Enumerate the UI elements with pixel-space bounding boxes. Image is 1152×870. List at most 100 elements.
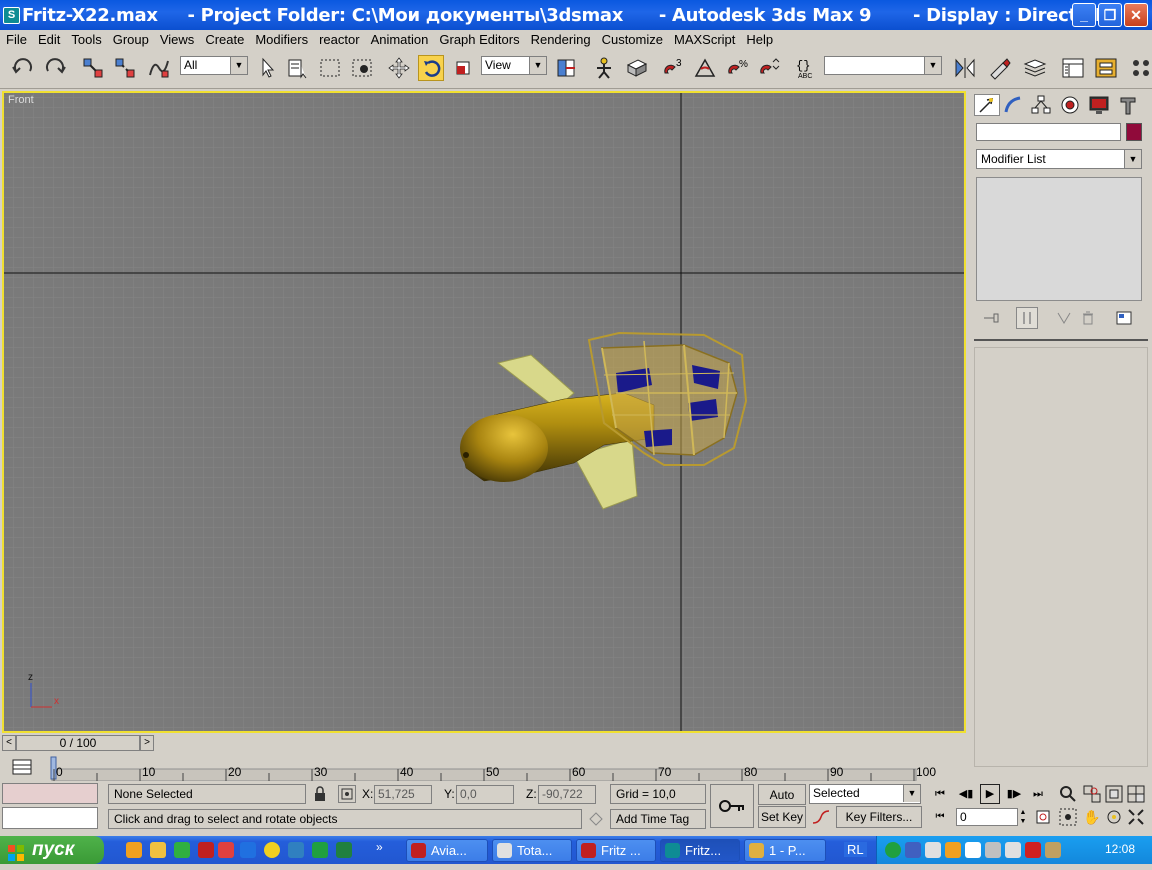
previous-frame-icon[interactable]: ◀▮ bbox=[956, 784, 976, 804]
make-unique-icon[interactable] bbox=[1054, 309, 1074, 327]
tray-tool-icon[interactable] bbox=[1045, 842, 1061, 858]
tray-printer-icon[interactable] bbox=[1005, 842, 1021, 858]
undo-icon[interactable] bbox=[10, 55, 36, 81]
zoom-extents-icon[interactable] bbox=[1104, 784, 1124, 804]
configure-modifier-sets-icon[interactable] bbox=[1114, 309, 1134, 327]
time-slider-thumb[interactable]: 0 / 100 bbox=[16, 735, 140, 751]
quicklaunch-excel2-icon[interactable] bbox=[336, 842, 352, 858]
motion-tab-icon[interactable] bbox=[1059, 94, 1085, 116]
select-and-scale-icon[interactable] bbox=[450, 55, 476, 81]
task-fritz-opera[interactable]: Fritz ... bbox=[576, 839, 656, 862]
use-pivot-center-icon[interactable] bbox=[553, 55, 579, 81]
show-end-result-icon[interactable] bbox=[1016, 307, 1038, 329]
quicklaunch-app3-icon[interactable] bbox=[288, 842, 304, 858]
x-coordinate-field[interactable]: 51,725 bbox=[374, 785, 432, 804]
open-mini-curve-editor-icon[interactable] bbox=[10, 757, 34, 777]
menu-modifiers[interactable]: Modifiers bbox=[249, 30, 313, 47]
unlink-selection-icon[interactable] bbox=[112, 55, 138, 81]
object-name-field[interactable] bbox=[976, 123, 1121, 141]
next-frame-icon[interactable]: ▮▶ bbox=[1004, 784, 1024, 804]
time-configuration-icon[interactable] bbox=[1034, 808, 1052, 826]
snaps-toggle-icon[interactable]: 3 bbox=[660, 55, 686, 81]
quicklaunch-player-icon[interactable] bbox=[264, 842, 280, 858]
create-tab-icon[interactable] bbox=[974, 94, 1000, 116]
spinner-snap-toggle-icon[interactable] bbox=[756, 55, 782, 81]
key-filters-button[interactable]: Key Filters... bbox=[836, 806, 922, 828]
zoom-all-icon[interactable] bbox=[1082, 784, 1102, 804]
menu-file[interactable]: File bbox=[0, 30, 32, 47]
add-time-tag-button[interactable]: Add Time Tag bbox=[610, 809, 706, 829]
restore-button[interactable]: ❐ bbox=[1098, 3, 1122, 27]
modify-tab-icon[interactable] bbox=[1002, 94, 1028, 116]
key-mode-dropdown[interactable]: Selected ▼ bbox=[809, 784, 921, 804]
hierarchy-tab-icon[interactable] bbox=[1030, 94, 1056, 116]
set-key-button[interactable]: Set Key bbox=[758, 806, 806, 828]
remove-modifier-icon[interactable] bbox=[1078, 309, 1098, 327]
rectangular-selection-icon[interactable] bbox=[317, 55, 343, 81]
zoom-icon[interactable] bbox=[1058, 784, 1078, 804]
edit-named-selection-icon[interactable]: {} ABC bbox=[794, 55, 820, 81]
app-icon[interactable]: S bbox=[3, 7, 20, 24]
current-frame-field[interactable]: 0 bbox=[956, 808, 1018, 826]
keyboard-shortcut-override-icon[interactable] bbox=[624, 55, 650, 81]
lock-icon[interactable] bbox=[312, 786, 328, 802]
menu-maxscript[interactable]: MAXScript bbox=[668, 30, 740, 47]
absolute-mode-transform-icon[interactable] bbox=[338, 785, 356, 803]
bind-to-space-warp-icon[interactable] bbox=[146, 55, 172, 81]
select-and-rotate-icon[interactable] bbox=[418, 55, 444, 81]
select-and-manipulate-icon[interactable] bbox=[591, 55, 617, 81]
zoom-extents-all-icon[interactable] bbox=[1126, 784, 1146, 804]
select-object-icon[interactable] bbox=[254, 55, 280, 81]
auto-key-button[interactable]: Auto Key bbox=[758, 784, 806, 822]
select-and-move-icon[interactable] bbox=[386, 55, 412, 81]
tray-chat-icon[interactable] bbox=[965, 842, 981, 858]
tray-speaker-icon[interactable] bbox=[985, 842, 1001, 858]
redo-icon[interactable] bbox=[42, 55, 68, 81]
close-button[interactable]: ✕ bbox=[1124, 3, 1148, 27]
menu-animation[interactable]: Animation bbox=[365, 30, 434, 47]
go-to-end-icon[interactable]: ⏭ bbox=[1028, 784, 1048, 804]
minimize-button[interactable]: _ bbox=[1072, 3, 1096, 27]
menu-edit[interactable]: Edit bbox=[32, 30, 65, 47]
menu-customize[interactable]: Customize bbox=[596, 30, 668, 47]
window-crossing-icon[interactable] bbox=[349, 55, 375, 81]
tray-app-icon[interactable] bbox=[925, 842, 941, 858]
language-indicator[interactable]: RL bbox=[844, 842, 867, 857]
menu-group[interactable]: Group bbox=[107, 30, 154, 47]
maximize-viewport-icon[interactable] bbox=[1126, 807, 1146, 827]
tray-kaspersky-icon[interactable] bbox=[1025, 842, 1041, 858]
key-mode-toggle-icon[interactable]: ⏮ bbox=[930, 808, 950, 826]
modifier-stack[interactable] bbox=[976, 177, 1142, 301]
default-tangents-icon[interactable] bbox=[810, 807, 832, 827]
reference-coordinate-dropdown[interactable]: View ▼ bbox=[481, 56, 547, 75]
tray-eye-icon[interactable] bbox=[885, 842, 901, 858]
quicklaunch-overflow-icon[interactable]: » bbox=[376, 840, 383, 854]
quicklaunch-app-icon[interactable] bbox=[174, 842, 190, 858]
task-avia[interactable]: Avia... bbox=[406, 839, 488, 862]
pan-view-icon[interactable]: ✋ bbox=[1082, 807, 1102, 827]
menu-graph-editors[interactable]: Graph Editors bbox=[433, 30, 524, 47]
task-paint[interactable]: 1 - P... bbox=[744, 839, 826, 862]
quicklaunch-excel-icon[interactable] bbox=[312, 842, 328, 858]
field-of-view-icon[interactable] bbox=[1058, 807, 1078, 827]
frame-spinner-icon[interactable]: ▲ ▼ bbox=[1018, 808, 1028, 826]
set-key-big-button[interactable] bbox=[710, 784, 754, 828]
menu-create[interactable]: Create bbox=[199, 30, 249, 47]
menu-help[interactable]: Help bbox=[740, 30, 778, 47]
maxscript-input[interactable] bbox=[2, 807, 98, 829]
quicklaunch-folder-icon[interactable] bbox=[150, 842, 166, 858]
tray-network-icon[interactable] bbox=[905, 842, 921, 858]
modifier-list-dropdown[interactable]: Modifier List ▼ bbox=[976, 149, 1142, 169]
named-selection-sets-dropdown[interactable]: ▼ bbox=[824, 56, 942, 75]
quicklaunch-avast-icon[interactable] bbox=[126, 842, 142, 858]
menu-views[interactable]: Views bbox=[154, 30, 199, 47]
task-total[interactable]: Tota... bbox=[492, 839, 572, 862]
display-tab-icon[interactable] bbox=[1088, 94, 1114, 116]
time-tag-icon[interactable] bbox=[586, 809, 606, 829]
quicklaunch-ie-icon[interactable] bbox=[240, 842, 256, 858]
percent-snap-toggle-icon[interactable]: % bbox=[724, 55, 750, 81]
angle-snap-toggle-icon[interactable] bbox=[692, 55, 718, 81]
menu-tools[interactable]: Tools bbox=[65, 30, 106, 47]
track-bar[interactable]: 0 10 20 30 40 50 60 70 80 90 100 bbox=[0, 755, 968, 781]
play-icon[interactable]: ▶ bbox=[980, 784, 1000, 804]
